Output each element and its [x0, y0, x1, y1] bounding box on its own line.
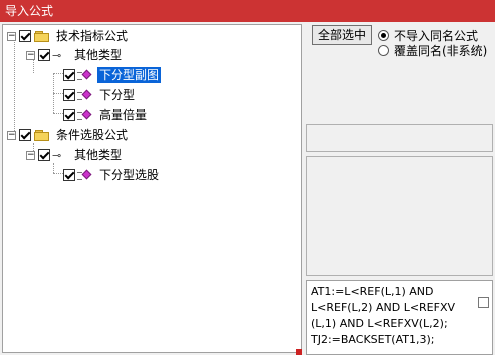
collapse-toggle[interactable]: − — [26, 50, 35, 60]
tree-connector — [53, 163, 54, 173]
collapse-toggle[interactable]: − — [7, 130, 16, 140]
folder-icon — [34, 30, 50, 42]
tree-item[interactable]: 高量倍量 — [60, 106, 149, 124]
tree-item-label[interactable]: 下分型副图 — [97, 67, 162, 83]
subgroup-checkbox[interactable] — [38, 149, 50, 161]
folder-icon — [34, 129, 50, 141]
tree-subgroup-other[interactable]: − ⊸ 其他类型 — [26, 146, 124, 164]
formula-icon — [77, 69, 93, 81]
collapse-toggle[interactable]: − — [26, 150, 35, 160]
collapse-toggle[interactable]: − — [7, 31, 16, 41]
formula-tree[interactable]: − 技术指标公式 − ⊸ 其他类型 下分型副图 下分型 高量倍量 − 条件选股公… — [2, 24, 302, 353]
tree-group-label: 条件选股公式 — [56, 128, 129, 142]
item-checkbox[interactable] — [63, 69, 75, 81]
key-icon: ⊸ — [52, 48, 62, 62]
radio-label: 覆盖同名(非系统) — [394, 44, 488, 58]
tree-item[interactable]: 下分型选股 — [60, 166, 161, 184]
window-title: 导入公式 — [0, 0, 495, 22]
code-line: TJ2:=BACKSET(AT1,3); — [311, 333, 435, 346]
tree-item-label[interactable]: 下分型 — [97, 87, 137, 103]
tree-subgroup-other[interactable]: − ⊸ 其他类型 — [26, 46, 124, 64]
radio-button[interactable] — [378, 30, 389, 41]
tree-group-label: 技术指标公式 — [56, 29, 129, 43]
item-checkbox[interactable] — [63, 109, 75, 121]
subgroup-checkbox[interactable] — [38, 49, 50, 61]
tree-item-label[interactable]: 下分型选股 — [97, 167, 161, 183]
tree-item[interactable]: 下分型 — [60, 86, 137, 104]
key-icon: ⊸ — [52, 148, 62, 162]
tree-group-tech-indicators[interactable]: − 技术指标公式 — [7, 27, 130, 45]
group-checkbox[interactable] — [19, 129, 31, 141]
detail-panel — [306, 156, 493, 276]
tree-connector — [14, 39, 15, 135]
radio-overwrite-duplicates[interactable]: 覆盖同名(非系统) — [378, 42, 487, 59]
formula-icon — [77, 89, 93, 101]
tree-item-label[interactable]: 高量倍量 — [97, 107, 149, 123]
tree-item[interactable]: 下分型副图 — [60, 66, 162, 84]
item-checkbox[interactable] — [63, 169, 75, 181]
tree-group-condition-select[interactable]: − 条件选股公式 — [7, 126, 130, 144]
code-line: AT1:=L<REF(L,1) AND — [311, 285, 434, 298]
description-panel — [306, 124, 493, 152]
resize-marker — [296, 349, 302, 355]
formula-icon — [77, 169, 93, 181]
code-line: L<REF(L,2) AND L<REFXV — [311, 301, 456, 314]
tree-subgroup-label: 其他类型 — [74, 148, 123, 162]
item-checkbox[interactable] — [63, 89, 75, 101]
code-preview[interactable]: AT1:=L<REF(L,1) AND L<REF(L,2) AND L<REF… — [306, 280, 493, 355]
radio-button[interactable] — [378, 45, 389, 56]
preview-checkbox[interactable] — [478, 297, 489, 308]
code-line: (L,1) AND L<REFXV(L,2); — [311, 317, 448, 330]
group-checkbox[interactable] — [19, 30, 31, 42]
select-all-button[interactable]: 全部选中 — [312, 25, 372, 45]
formula-icon — [77, 109, 93, 121]
tree-subgroup-label: 其他类型 — [74, 48, 123, 62]
